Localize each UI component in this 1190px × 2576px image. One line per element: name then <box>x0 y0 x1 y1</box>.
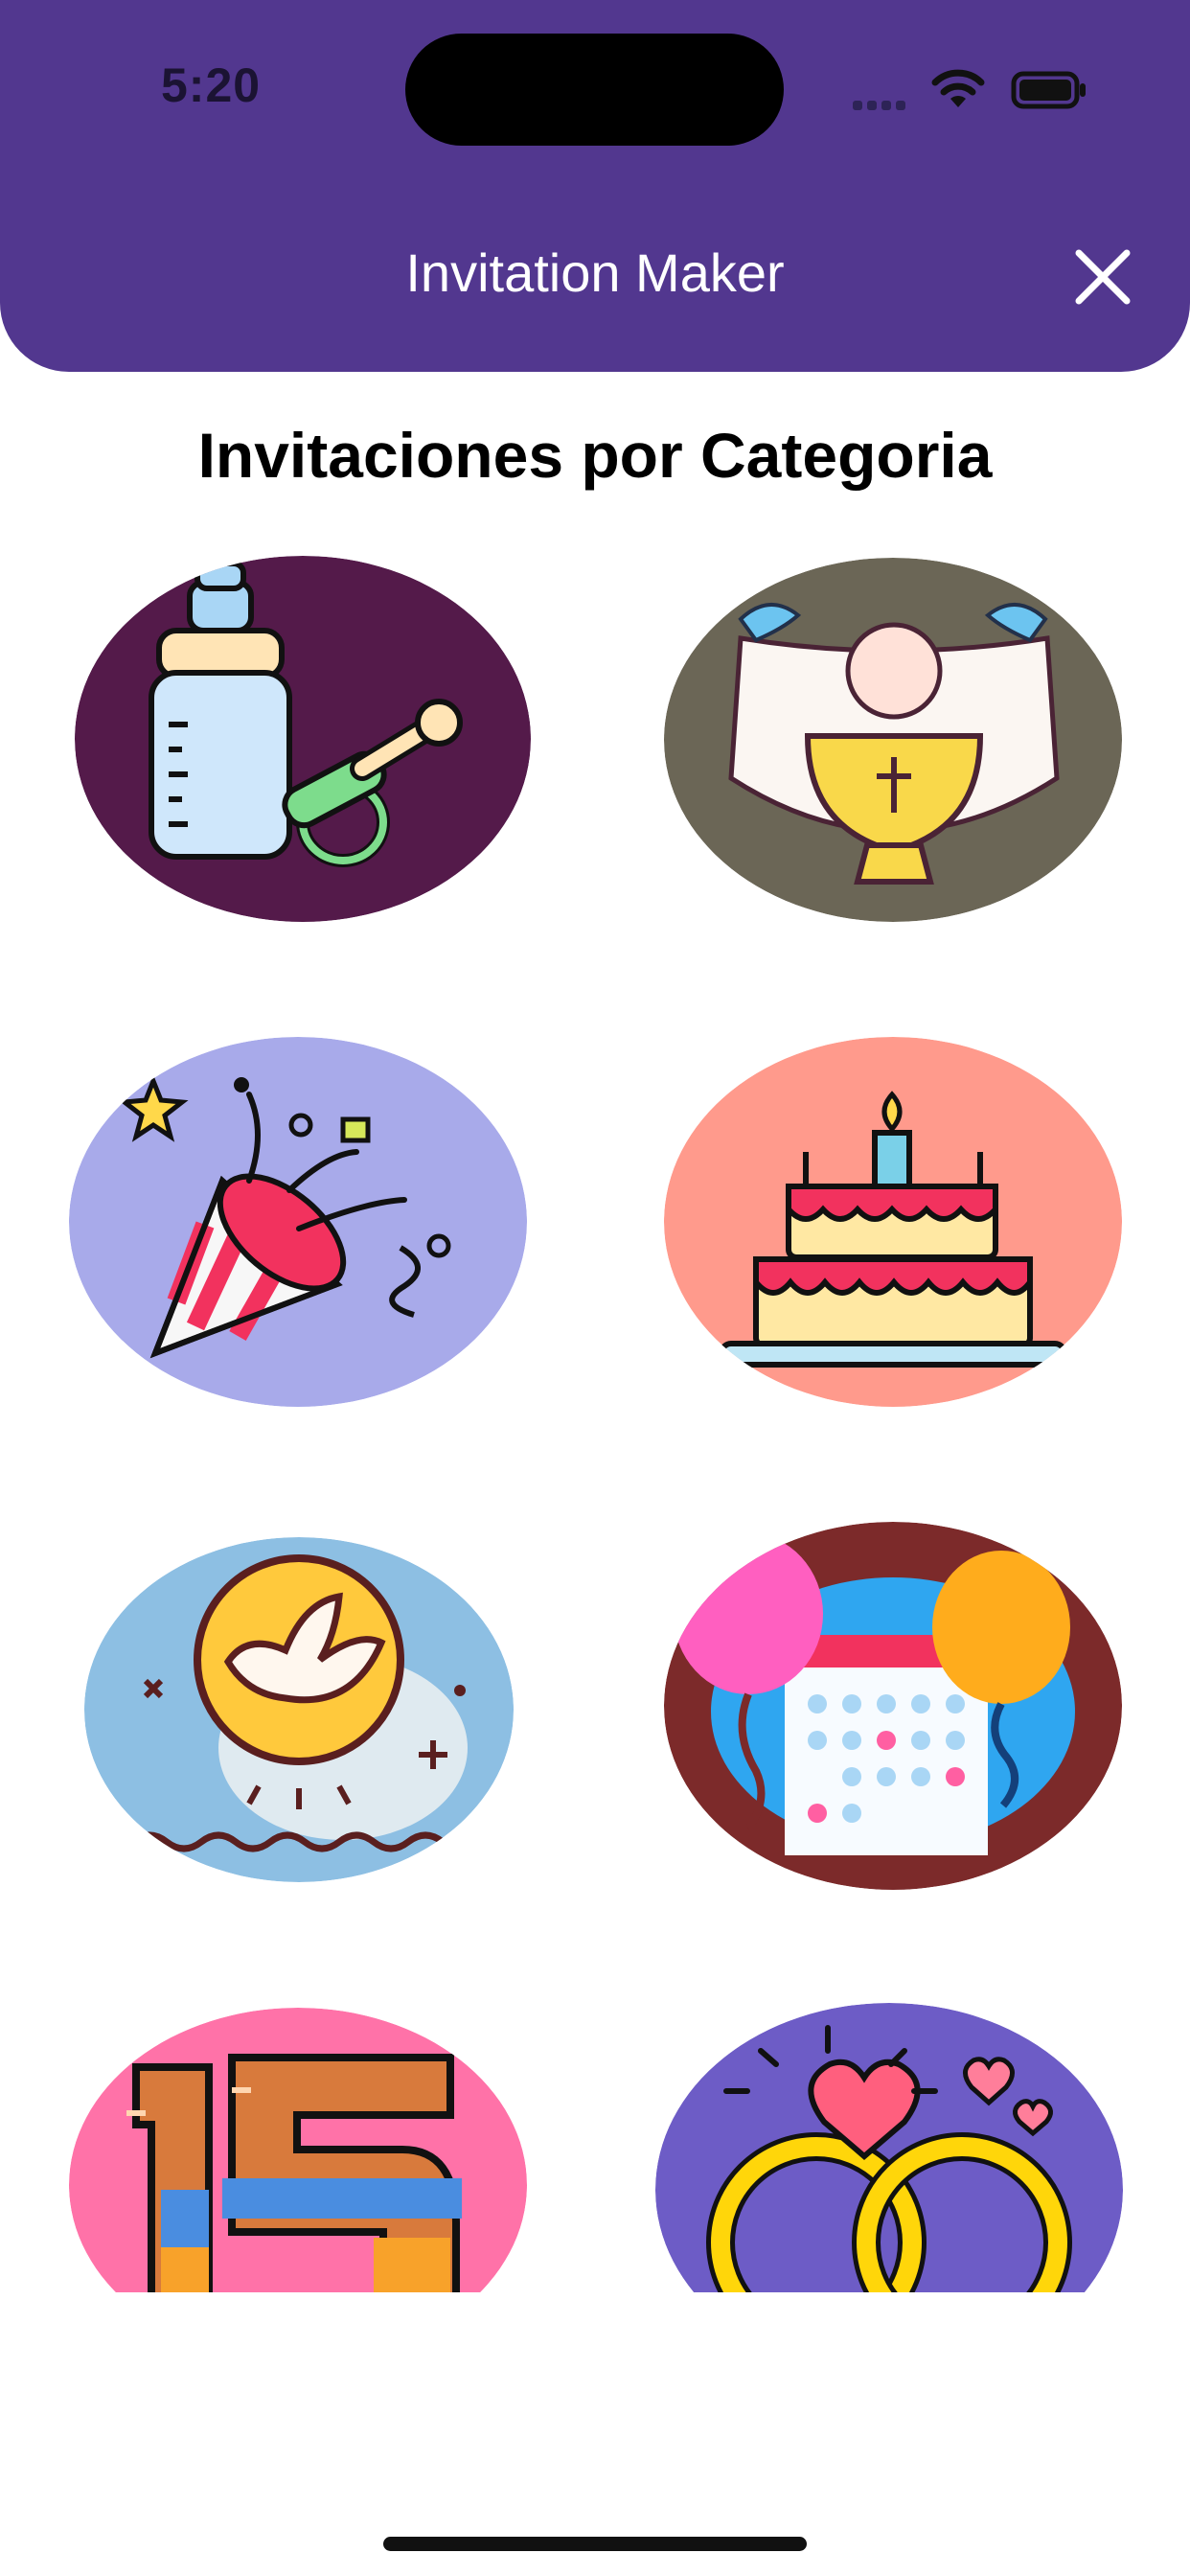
birthday-cake-icon <box>664 1037 1122 1407</box>
number-15-icon <box>69 2008 527 2292</box>
communion-chalice-icon <box>664 558 1122 922</box>
category-communion[interactable] <box>664 558 1122 922</box>
app-header: 5:20 Invitation Maker <box>0 0 1190 372</box>
status-icons <box>853 65 1102 113</box>
category-dove[interactable] <box>84 1537 514 1882</box>
dove-icon <box>84 1537 514 1882</box>
status-time: 5:20 <box>161 58 262 112</box>
battery-icon <box>1011 71 1086 109</box>
home-indicator[interactable] <box>383 2537 807 2551</box>
close-icon <box>1075 249 1131 305</box>
category-event[interactable] <box>664 1522 1122 1890</box>
category-grid <box>0 537 1190 2292</box>
app-title: Invitation Maker <box>405 242 785 303</box>
close-button[interactable] <box>1071 245 1134 309</box>
category-baby-shower[interactable] <box>75 556 531 922</box>
wedding-rings-icon <box>655 2003 1123 2292</box>
category-quince[interactable] <box>69 2008 527 2292</box>
calendar-balloons-icon <box>664 1522 1122 1890</box>
category-party[interactable] <box>69 1037 527 1407</box>
dynamic-island <box>405 34 784 146</box>
category-wedding[interactable] <box>655 2003 1123 2292</box>
party-popper-icon <box>69 1037 527 1407</box>
baby-bottle-icon <box>75 556 531 922</box>
category-birthday[interactable] <box>664 1037 1122 1407</box>
cellular-signal-icon <box>853 98 910 115</box>
section-title: Invitaciones por Categoria <box>197 420 993 491</box>
wifi-icon <box>931 69 985 107</box>
